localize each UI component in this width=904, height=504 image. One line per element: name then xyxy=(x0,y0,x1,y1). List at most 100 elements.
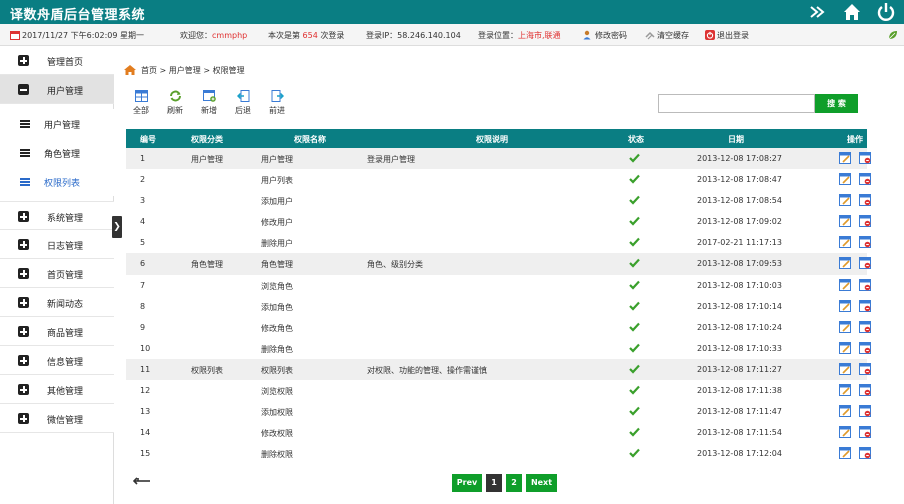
row-date: 2013-12-08 17:09:53 xyxy=(697,259,782,269)
sidebar-item-homepage[interactable]: 首页管理 xyxy=(0,259,114,288)
logout-link[interactable]: 退出登录 xyxy=(705,30,749,41)
sidebar-item-info[interactable]: 信息管理 xyxy=(0,346,114,375)
plus-icon xyxy=(18,297,29,308)
page-1-button[interactable]: 1 xyxy=(486,474,502,492)
delete-icon[interactable] xyxy=(859,384,871,397)
sidebar-item-other[interactable]: 其他管理 xyxy=(0,375,114,404)
table-row: 7 浏览角色 2013-12-08 17:10:03 xyxy=(126,275,871,296)
delete-icon[interactable] xyxy=(859,173,871,186)
edit-icon[interactable] xyxy=(839,173,851,186)
row-date: 2013-12-08 17:11:54 xyxy=(697,428,782,438)
plus-icon xyxy=(18,239,29,250)
sidebar-item-system[interactable]: 系统管理 xyxy=(0,201,114,230)
edit-icon[interactable] xyxy=(839,299,851,312)
back-button[interactable]: 后退 xyxy=(231,90,255,116)
row-category: 权限列表 xyxy=(191,365,223,375)
edit-icon[interactable] xyxy=(839,194,851,207)
plus-icon xyxy=(18,326,29,337)
sidebar-item-users[interactable]: 用户管理 xyxy=(0,75,114,104)
power-icon[interactable] xyxy=(875,1,897,23)
login-count: 654 xyxy=(302,31,318,40)
sidebar-item-news[interactable]: 新闻动态 xyxy=(0,288,114,317)
delete-icon[interactable] xyxy=(859,447,871,460)
edit-icon[interactable] xyxy=(839,257,851,270)
edit-icon[interactable] xyxy=(839,362,851,375)
delete-icon[interactable] xyxy=(859,194,871,207)
change-password-link[interactable]: 修改密码 xyxy=(583,30,627,41)
edit-icon[interactable] xyxy=(839,236,851,249)
edit-icon[interactable] xyxy=(839,426,851,439)
edit-icon[interactable] xyxy=(839,152,851,164)
delete-icon[interactable] xyxy=(859,362,871,375)
toggle-layout-icon[interactable] xyxy=(806,1,828,23)
row-date: 2013-12-08 17:08:27 xyxy=(697,154,782,163)
sidebar-item-dashboard[interactable]: 管理首页 xyxy=(0,46,114,75)
info-bar: 2017/11/27 下午6:02:09 星期一 欢迎您：cmmphp 本次是第… xyxy=(0,24,904,46)
row-date: 2013-12-08 17:08:54 xyxy=(697,196,782,206)
row-id: 4 xyxy=(140,217,146,227)
breadcrumb-home[interactable]: 首页 xyxy=(141,66,157,75)
row-date: 2013-12-08 17:10:24 xyxy=(697,322,782,332)
refresh-button[interactable]: 刷新 xyxy=(163,90,187,116)
row-name: 删除角色 xyxy=(261,344,293,354)
edit-icon[interactable] xyxy=(839,278,851,291)
sidebar-item-logs[interactable]: 日志管理 xyxy=(0,230,114,259)
row-name: 修改角色 xyxy=(261,323,293,333)
delete-icon[interactable] xyxy=(859,236,871,249)
next-page-button[interactable]: Next xyxy=(526,474,557,492)
delete-icon[interactable] xyxy=(859,278,871,291)
row-name: 用户列表 xyxy=(261,176,293,186)
return-arrow-icon[interactable] xyxy=(133,476,151,486)
delete-icon[interactable] xyxy=(859,299,871,312)
leaf-icon[interactable] xyxy=(887,29,899,41)
delete-icon[interactable] xyxy=(859,215,871,228)
edit-icon[interactable] xyxy=(839,405,851,418)
status-check-icon xyxy=(629,385,640,395)
search-input[interactable] xyxy=(658,94,815,113)
row-name: 角色管理 xyxy=(261,260,293,270)
page-2-button[interactable]: 2 xyxy=(506,474,522,492)
breadcrumb-level1[interactable]: 用户管理 xyxy=(169,66,201,75)
sidebar-item-wechat[interactable]: 微信管理 xyxy=(0,404,114,433)
prev-page-button[interactable]: Prev xyxy=(452,474,482,492)
delete-icon[interactable] xyxy=(859,405,871,418)
breadcrumb-level2: 权限管理 xyxy=(212,66,245,75)
edit-icon[interactable] xyxy=(839,384,851,397)
delete-icon[interactable] xyxy=(859,320,871,333)
sidebar-item-products[interactable]: 商品管理 xyxy=(0,317,114,346)
search-button[interactable]: 搜 索 xyxy=(815,94,858,113)
add-button[interactable]: 新增 xyxy=(197,90,221,116)
edit-icon[interactable] xyxy=(839,215,851,228)
list-icon xyxy=(20,178,30,186)
row-id: 9 xyxy=(140,322,146,332)
all-button[interactable]: 全部 xyxy=(129,90,153,116)
edit-icon[interactable] xyxy=(839,447,851,460)
row-id: 3 xyxy=(140,196,146,206)
chevron-right-icon: ❯ xyxy=(113,222,121,232)
delete-icon[interactable] xyxy=(859,152,871,164)
plus-icon xyxy=(18,384,29,395)
sidebar-collapse-toggle[interactable]: ❯ xyxy=(112,216,122,238)
sidebar-subitem-role-management[interactable]: 角色管理 xyxy=(0,138,114,167)
sidebar-subitem-permission-list[interactable]: 权限列表 xyxy=(0,167,114,196)
delete-icon[interactable] xyxy=(859,341,871,354)
list-icon xyxy=(20,149,30,157)
delete-icon[interactable] xyxy=(859,426,871,439)
clear-cache-link[interactable]: 清空缓存 xyxy=(645,30,689,41)
calendar-icon xyxy=(10,31,20,40)
row-name: 删除用户 xyxy=(261,239,293,249)
status-check-icon xyxy=(629,153,640,163)
user-key-icon xyxy=(583,30,591,40)
row-name: 权限列表 xyxy=(261,365,293,375)
row-name: 修改用户 xyxy=(261,218,293,228)
sidebar-subitem-user-management[interactable]: 用户管理 xyxy=(0,109,114,138)
forward-button[interactable]: 前进 xyxy=(265,90,289,116)
table-body: 1 用户管理 用户管理 登录用户管理 2013-12-08 17:08:27 2 用户列表 2… xyxy=(126,148,871,464)
status-check-icon xyxy=(629,216,640,226)
row-id: 1 xyxy=(140,154,146,163)
current-datetime: 2017/11/27 下午6:02:09 星期一 xyxy=(22,31,145,40)
home-icon[interactable] xyxy=(841,1,863,23)
delete-icon[interactable] xyxy=(859,257,871,270)
edit-icon[interactable] xyxy=(839,320,851,333)
edit-icon[interactable] xyxy=(839,341,851,354)
